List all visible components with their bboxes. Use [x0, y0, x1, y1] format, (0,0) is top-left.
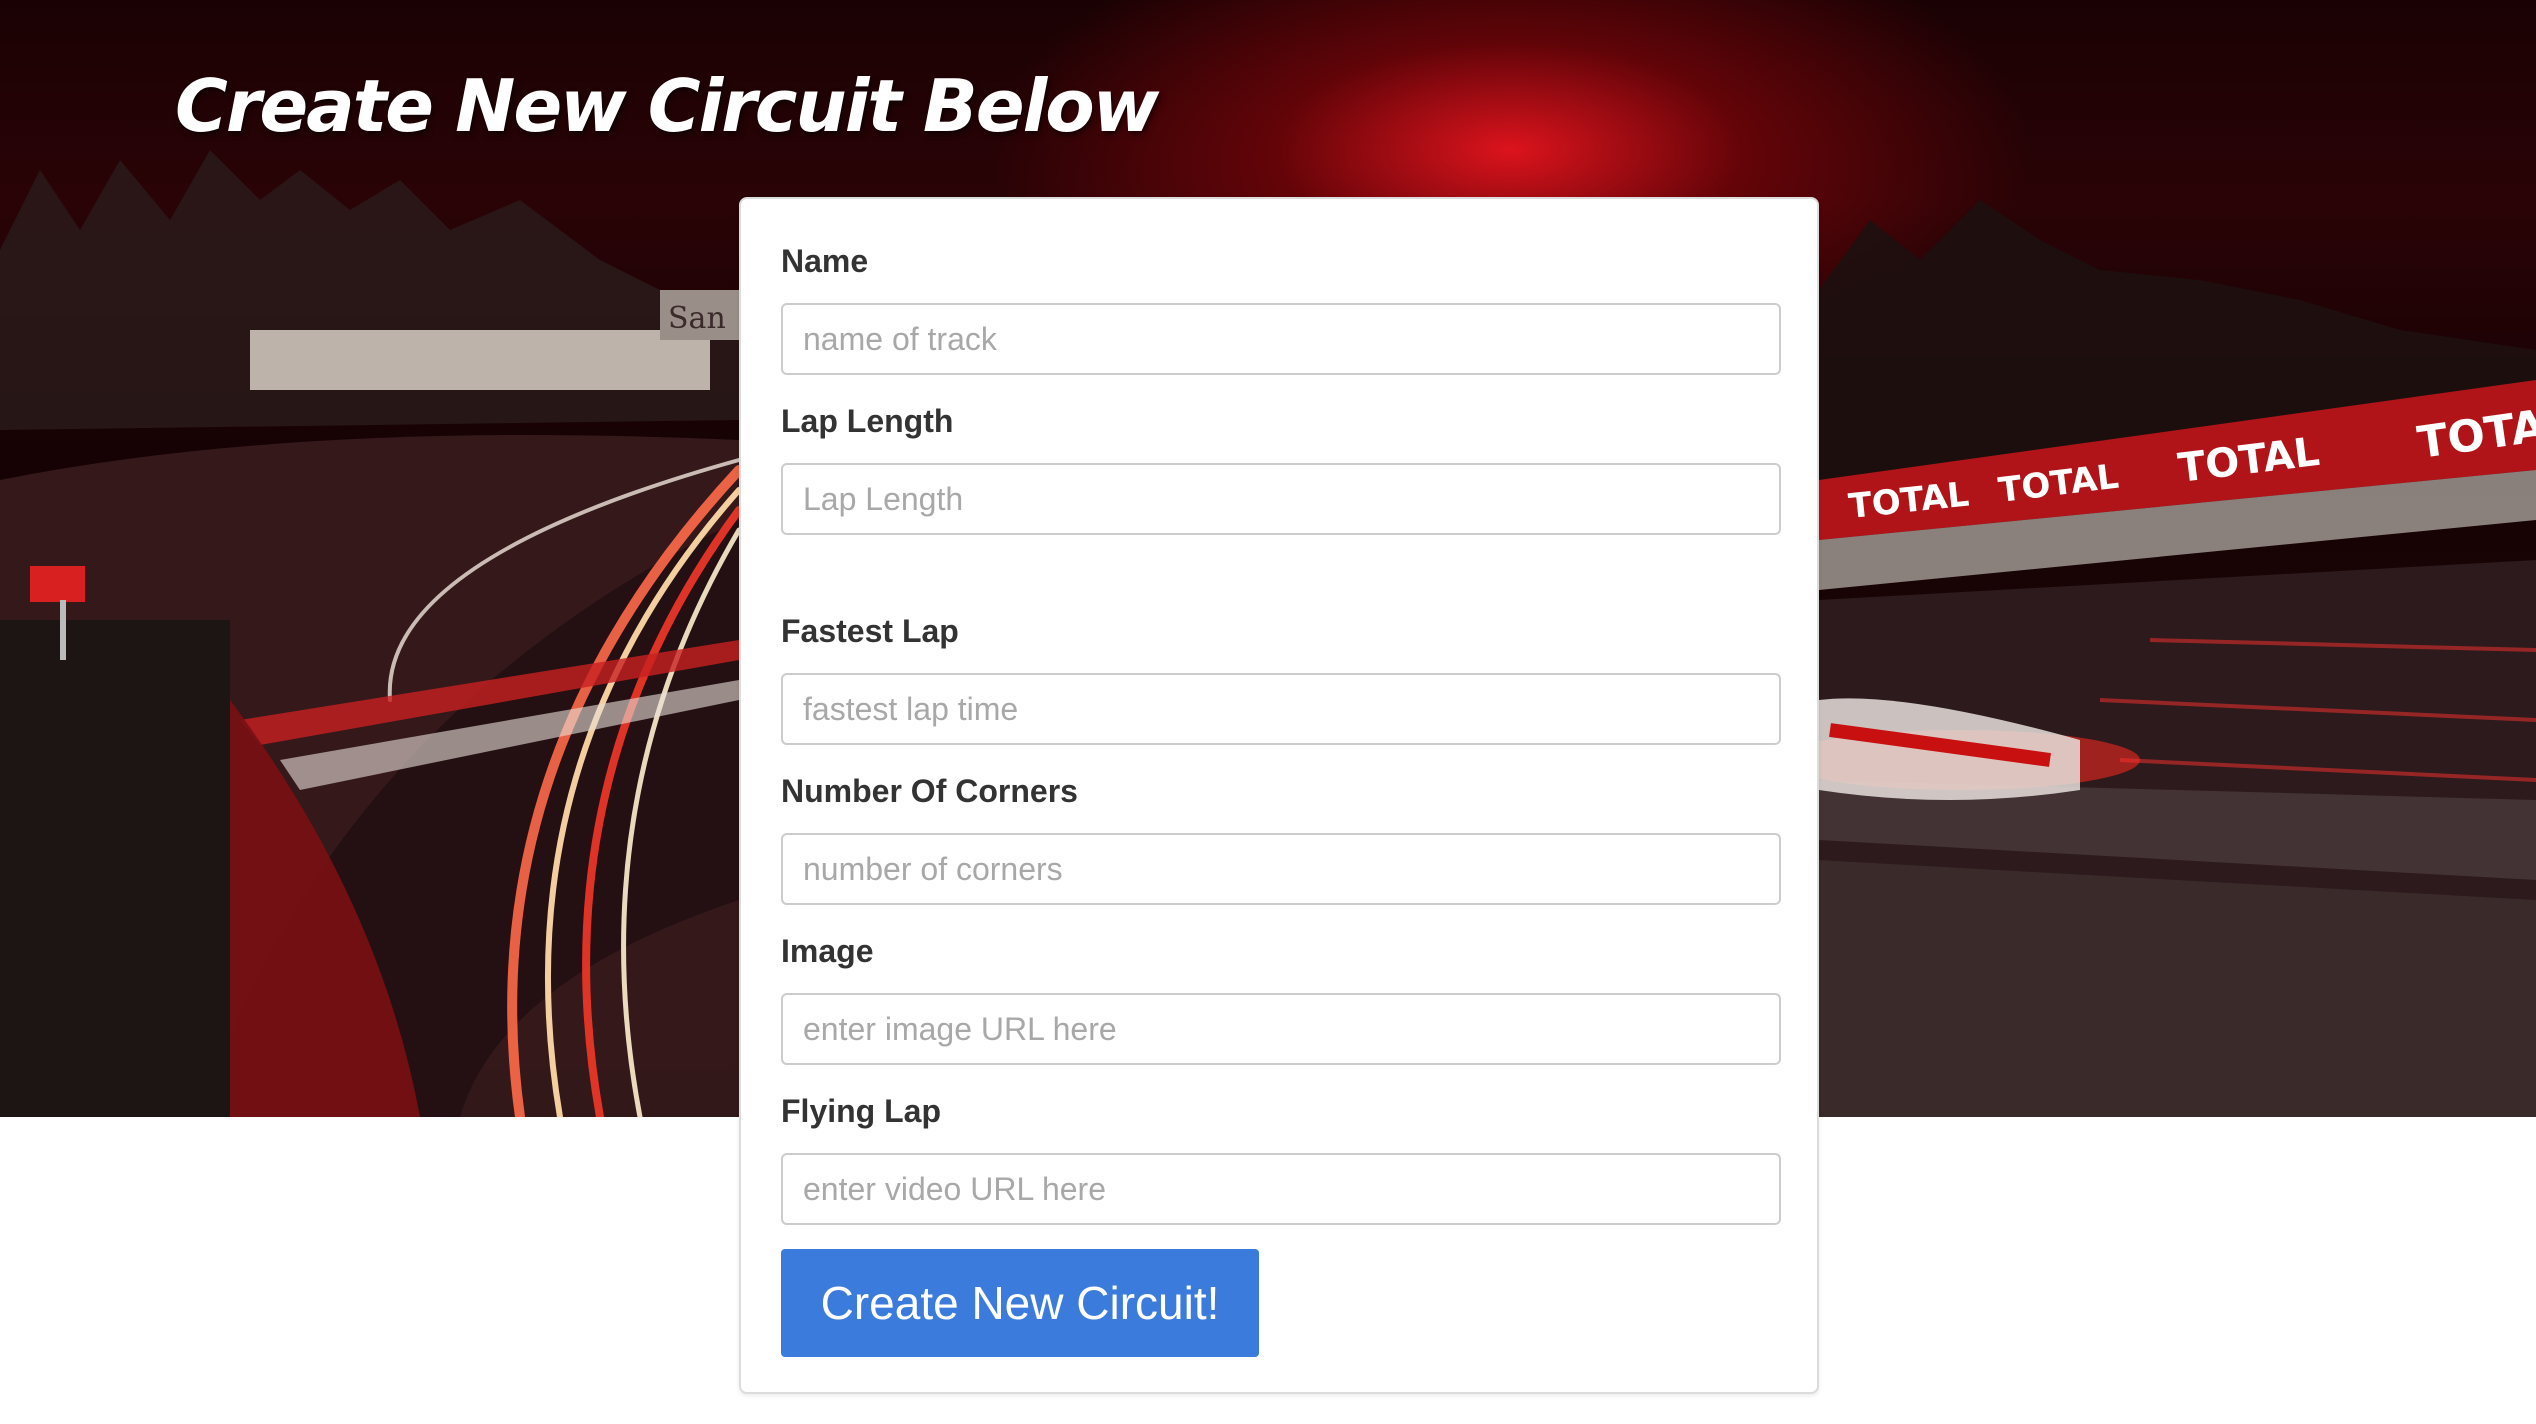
- page-title: Create New Circuit Below: [175, 64, 1159, 148]
- fastest-lap-input[interactable]: [781, 673, 1781, 745]
- name-label: Name: [781, 243, 869, 279]
- flying-lap-video-input[interactable]: [781, 1153, 1781, 1225]
- create-circuit-button[interactable]: Create New Circuit!: [781, 1249, 1259, 1357]
- lap-length-input[interactable]: [781, 463, 1781, 535]
- fastest-lap-label: Fastest Lap: [781, 613, 959, 649]
- name-input[interactable]: [781, 303, 1781, 375]
- tyre-wall: [0, 620, 230, 1117]
- image-label: Image: [781, 933, 874, 969]
- image-url-input[interactable]: [781, 993, 1781, 1065]
- lap-length-label: Lap Length: [781, 403, 954, 439]
- sign-text: San: [668, 301, 726, 336]
- marshal-flag: [30, 566, 85, 602]
- create-circuit-form: Name Lap Length Fastest Lap Number Of Co…: [739, 197, 1819, 1394]
- grandstand: [250, 330, 710, 390]
- number-of-corners-label: Number Of Corners: [781, 773, 1078, 809]
- number-of-corners-input[interactable]: [781, 833, 1781, 905]
- flying-lap-label: Flying Lap: [781, 1093, 941, 1129]
